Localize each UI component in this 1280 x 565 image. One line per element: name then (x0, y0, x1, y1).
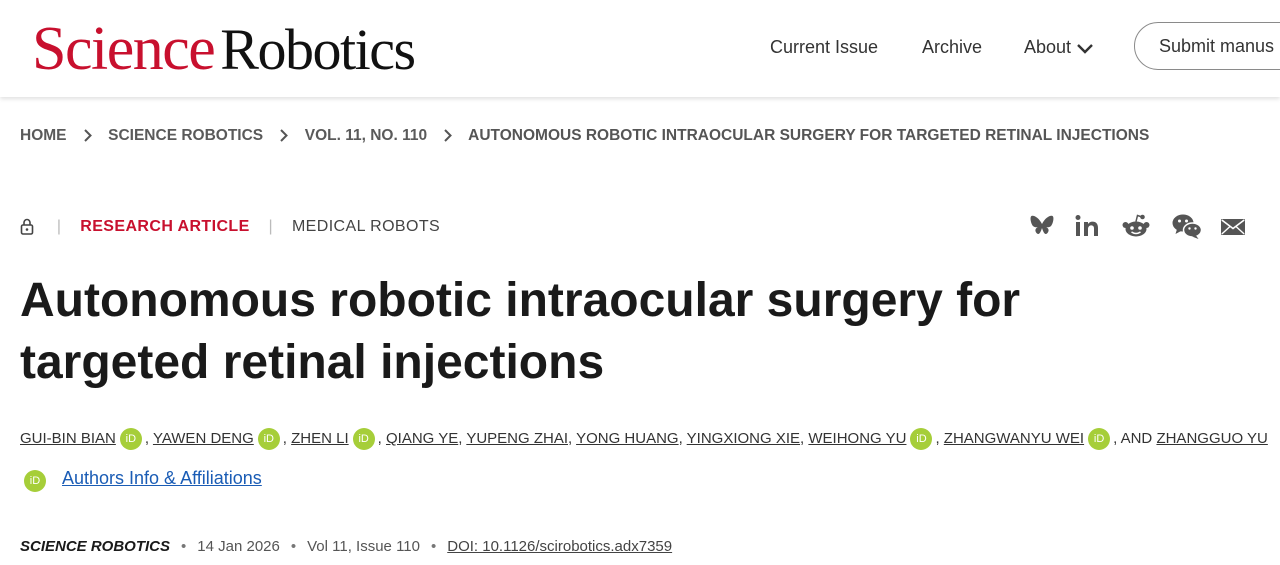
meta-divider: | (268, 218, 274, 235)
breadcrumb-article: AUTONOMOUS ROBOTIC INTRAOCULAR SURGERY F… (468, 127, 1150, 144)
breadcrumb: HOME SCIENCE ROBOTICS VOL. 11, NO. 110 A… (20, 127, 1149, 145)
article-title: Autonomous robotic intraocular surgery f… (20, 274, 1021, 389)
email-icon[interactable] (1220, 212, 1246, 240)
breadcrumb-journal[interactable]: SCIENCE ROBOTICS (108, 127, 263, 144)
science-robotics-logo[interactable]: Science Robotics (32, 14, 416, 84)
logo-science-text: Science (32, 15, 216, 83)
author-name[interactable]: YONG HUANG (576, 430, 679, 447)
bullet-separator: • (290, 538, 297, 555)
orcid-icon[interactable]: iD (352, 428, 375, 451)
nav-current-issue[interactable]: Current Issue (770, 37, 878, 58)
author-comma: , (144, 430, 150, 447)
bullet-separator: • (430, 538, 437, 555)
journal-name: SCIENCE ROBOTICS (20, 538, 171, 555)
publication-date: 14 Jan 2026 (197, 538, 280, 555)
publication-info: SCIENCE ROBOTICS • 14 Jan 2026 • Vol 11, Iss… (20, 538, 672, 555)
logo-robotics-text: Robotics (220, 17, 416, 82)
orcid-icon[interactable]: iD (24, 470, 46, 492)
chevron-right-icon (444, 129, 453, 143)
chevron-right-icon (84, 129, 92, 143)
wechat-icon[interactable] (1171, 212, 1203, 240)
lock-icon (20, 219, 34, 236)
meta-divider: | (56, 218, 62, 235)
article-type-label: RESEARCH ARTICLE (80, 218, 250, 235)
reddit-icon[interactable] (1122, 212, 1150, 240)
doi-link[interactable]: DOI: 10.1126/scirobotics.adx7359 (447, 538, 672, 555)
breadcrumb-home[interactable]: HOME (20, 127, 67, 144)
submit-manuscript-button[interactable]: Submit manus (1134, 22, 1280, 70)
author-comma: , (568, 430, 573, 447)
volume-issue[interactable]: Vol 11, Issue 110 (307, 538, 420, 555)
site-header: Science Robotics Current Issue Archive Ab… (0, 0, 1280, 97)
author-comma: , (800, 430, 805, 447)
orcid-icon[interactable]: iD (1088, 428, 1111, 451)
breadcrumb-issue[interactable]: VOL. 11, NO. 110 (305, 127, 427, 144)
authors-info-affiliations-link[interactable]: Authors Info & Affiliations (62, 468, 262, 489)
chevron-right-icon (280, 129, 289, 143)
author-name[interactable]: GUI-BIN BIAN (20, 430, 116, 447)
author-comma: , (678, 430, 683, 447)
orcid-row: iD (24, 470, 46, 492)
author-name[interactable]: ZHANGGUO YU (1156, 430, 1267, 447)
nav-about[interactable]: About (1024, 37, 1093, 58)
author-and: , AND (1113, 430, 1153, 447)
author-name[interactable]: ZHEN LI (291, 430, 349, 447)
article-meta-row: | RESEARCH ARTICLE | MEDICAL ROBOTS (20, 218, 440, 236)
bullet-separator: • (181, 538, 187, 555)
author-comma: , (282, 430, 287, 447)
author-comma: , (935, 430, 940, 447)
nav-about-label: About (1024, 37, 1072, 57)
orcid-icon[interactable]: iD (119, 428, 142, 451)
bluesky-icon[interactable] (1028, 212, 1056, 240)
author-comma: , (377, 430, 382, 447)
author-name[interactable]: QIANG YE (386, 430, 458, 447)
subject-label[interactable]: MEDICAL ROBOTS (292, 218, 440, 235)
linkedin-icon[interactable] (1075, 212, 1101, 240)
author-name[interactable]: YAWEN DENG (153, 430, 254, 447)
author-name[interactable]: ZHANGWANYU WEI (944, 430, 1084, 447)
author-comma: , (458, 430, 463, 447)
nav-archive[interactable]: Archive (922, 37, 982, 58)
orcid-icon[interactable]: iD (257, 428, 280, 451)
author-list: GUI-BIN BIAN iD, YAWEN DENG iD, ZHEN LI iD,… (20, 428, 1270, 451)
chevron-down-icon (1077, 44, 1093, 54)
orcid-icon[interactable]: iD (910, 428, 933, 451)
author-name[interactable]: YUPENG ZHAI (466, 430, 568, 447)
author-name[interactable]: WEIHONG YU (808, 430, 906, 447)
author-name[interactable]: YINGXIONG XIE (687, 430, 800, 447)
